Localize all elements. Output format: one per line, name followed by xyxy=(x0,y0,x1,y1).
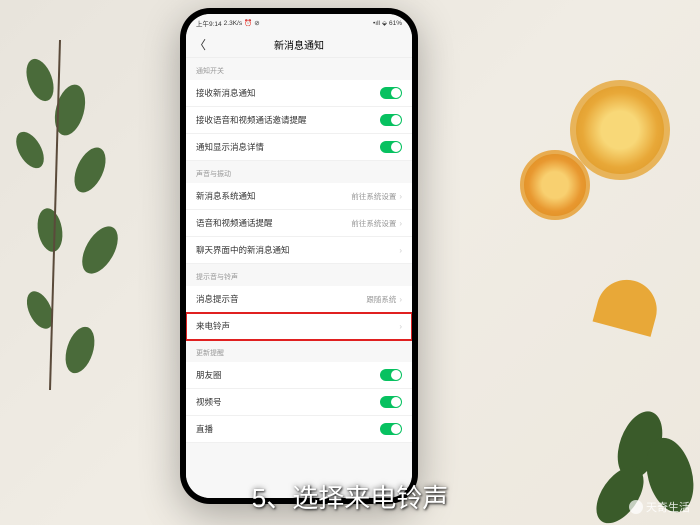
row-label: 来电铃声 xyxy=(196,320,399,332)
settings-row[interactable]: 接收新消息通知 xyxy=(186,80,412,107)
status-bar: 上午9:14 2.3K/s ⏰ ⊘ •ıll ⬙ 61% xyxy=(186,14,412,32)
watermark-text: 天奇生活 xyxy=(646,499,690,515)
toggle-switch[interactable] xyxy=(380,396,402,408)
back-button[interactable]: 〈 xyxy=(194,36,206,53)
toggle-switch[interactable] xyxy=(380,423,402,435)
settings-row[interactable]: 新消息系统通知前往系统设置› xyxy=(186,183,412,210)
row-value: 跟随系统 xyxy=(366,294,396,305)
row-label: 语音和视频通话提醒 xyxy=(196,217,351,229)
settings-row[interactable]: 视频号 xyxy=(186,389,412,416)
decor-orange-wedge xyxy=(593,273,664,337)
settings-row[interactable]: 接收语音和视频通话邀请提醒 xyxy=(186,107,412,134)
watermark: 天奇生活 xyxy=(629,499,690,515)
row-label: 通知显示消息详情 xyxy=(196,141,380,153)
row-label: 消息提示音 xyxy=(196,293,366,305)
decor-orange-1 xyxy=(570,80,670,180)
chevron-right-icon: › xyxy=(399,192,402,201)
section-header: 声音与振动 xyxy=(186,161,412,183)
phone-screen: 上午9:14 2.3K/s ⏰ ⊘ •ıll ⬙ 61% 〈 新消息通知 通知开… xyxy=(186,14,412,498)
toggle-switch[interactable] xyxy=(380,114,402,126)
status-time: 上午9:14 xyxy=(196,18,222,28)
row-label: 聊天界面中的新消息通知 xyxy=(196,244,399,256)
row-value: 前往系统设置 xyxy=(351,218,396,229)
settings-row[interactable]: 语音和视频通话提醒前往系统设置› xyxy=(186,210,412,237)
chevron-right-icon: › xyxy=(399,322,402,331)
section-header: 通知开关 xyxy=(186,58,412,80)
row-label: 朋友圈 xyxy=(196,369,380,381)
status-wifi-icon: ⬙ xyxy=(382,19,387,27)
status-net: 2.3K/s xyxy=(224,20,242,27)
decor-orange-2 xyxy=(520,150,590,220)
row-ringtone-highlighted[interactable]: 来电铃声› xyxy=(186,313,412,340)
chevron-right-icon: › xyxy=(399,295,402,304)
step-caption: 5、选择来电铃声 xyxy=(0,478,700,515)
status-alarm-icon: ⏰ xyxy=(244,19,252,27)
row-label: 新消息系统通知 xyxy=(196,190,351,202)
status-battery: 61% xyxy=(389,20,402,27)
row-label: 直播 xyxy=(196,423,380,435)
settings-row[interactable]: 朋友圈 xyxy=(186,362,412,389)
toggle-switch[interactable] xyxy=(380,141,402,153)
settings-content: 通知开关接收新消息通知接收语音和视频通话邀请提醒通知显示消息详情声音与振动新消息… xyxy=(186,58,412,498)
status-extra-icon: ⊘ xyxy=(254,19,259,27)
section-header: 更新提醒 xyxy=(186,340,412,362)
settings-row[interactable]: 通知显示消息详情 xyxy=(186,134,412,161)
decor-leaves-left xyxy=(0,30,160,390)
title-bar: 〈 新消息通知 xyxy=(186,32,412,58)
phone-frame: 上午9:14 2.3K/s ⏰ ⊘ •ıll ⬙ 61% 〈 新消息通知 通知开… xyxy=(180,8,418,504)
section-header: 提示音与铃声 xyxy=(186,264,412,286)
settings-row[interactable]: 消息提示音跟随系统› xyxy=(186,286,412,313)
toggle-switch[interactable] xyxy=(380,369,402,381)
chevron-right-icon: › xyxy=(399,219,402,228)
row-value: 前往系统设置 xyxy=(351,191,396,202)
chevron-right-icon: › xyxy=(399,246,402,255)
row-label: 接收新消息通知 xyxy=(196,87,380,99)
page-title: 新消息通知 xyxy=(274,37,324,52)
row-label: 接收语音和视频通话邀请提醒 xyxy=(196,114,380,126)
status-signal-icon: •ıll xyxy=(373,20,380,27)
settings-row[interactable]: 聊天界面中的新消息通知› xyxy=(186,237,412,264)
watermark-icon xyxy=(629,500,643,514)
row-label: 视频号 xyxy=(196,396,380,408)
toggle-switch[interactable] xyxy=(380,87,402,99)
settings-row[interactable]: 直播 xyxy=(186,416,412,443)
